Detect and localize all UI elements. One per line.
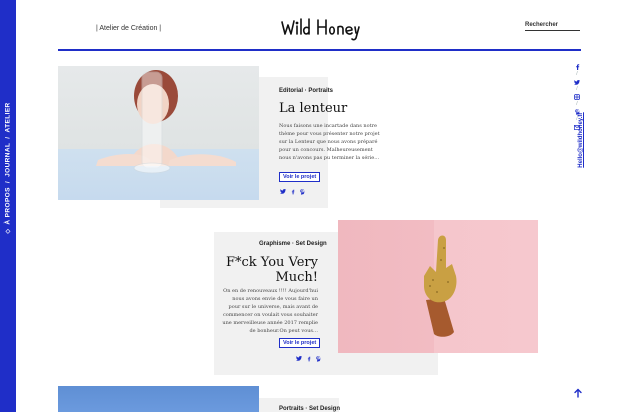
facebook-icon[interactable] — [307, 356, 311, 364]
site-logo[interactable] — [280, 14, 360, 42]
nav-item-a-propos[interactable]: À propos — [5, 187, 12, 225]
instagram-icon[interactable] — [574, 94, 580, 100]
card-excerpt: Nous faisons une incartade dans notre th… — [279, 123, 380, 161]
share-links — [280, 189, 305, 197]
search-underline — [525, 30, 580, 31]
pinterest-icon[interactable] — [316, 356, 321, 364]
vertical-nav: ◇ À propos / Journal / Atelier — [5, 102, 12, 233]
email-link[interactable]: Hello@wildhoney.fr — [578, 112, 584, 167]
share-links — [296, 356, 321, 364]
nav-item-journal[interactable]: Journal — [5, 143, 12, 177]
nav-separator: / — [4, 136, 12, 139]
card-image[interactable] — [58, 66, 259, 200]
scroll-to-top-arrow-icon[interactable] — [573, 388, 583, 398]
card-category[interactable]: Graphisme · Set Design — [259, 241, 327, 247]
nav-marker: ◇ — [5, 228, 12, 234]
card-image[interactable] — [58, 386, 259, 412]
facebook-icon[interactable] — [574, 64, 580, 70]
card-category[interactable]: Portraits · Set Design — [279, 406, 340, 412]
header-tagline: | Atelier de Création | — [96, 25, 162, 32]
nav-separator: / — [4, 180, 12, 184]
card-title[interactable]: La lenteur — [279, 101, 347, 116]
card-excerpt: On en de renouveaux !!!! Aujourd'hui nou… — [222, 288, 318, 334]
card-title[interactable]: F*ck You Very Much! — [222, 255, 318, 285]
twitter-icon[interactable] — [296, 356, 302, 364]
facebook-icon[interactable] — [291, 189, 295, 197]
view-project-button[interactable]: Voir le projet — [279, 172, 321, 182]
nav-item-atelier[interactable]: Atelier — [5, 102, 12, 132]
card-image[interactable] — [338, 220, 538, 353]
social-separator: / — [576, 101, 578, 107]
pinterest-icon[interactable] — [300, 189, 305, 197]
search-input[interactable]: Rechercher — [525, 22, 558, 28]
twitter-icon[interactable] — [574, 79, 580, 85]
card-category[interactable]: Editorial · Portraits — [279, 88, 333, 94]
view-project-button[interactable]: Voir le projet — [279, 338, 321, 348]
twitter-icon[interactable] — [280, 189, 286, 197]
social-separator: / — [576, 71, 578, 77]
header-divider — [58, 49, 581, 51]
social-separator: / — [576, 86, 578, 92]
